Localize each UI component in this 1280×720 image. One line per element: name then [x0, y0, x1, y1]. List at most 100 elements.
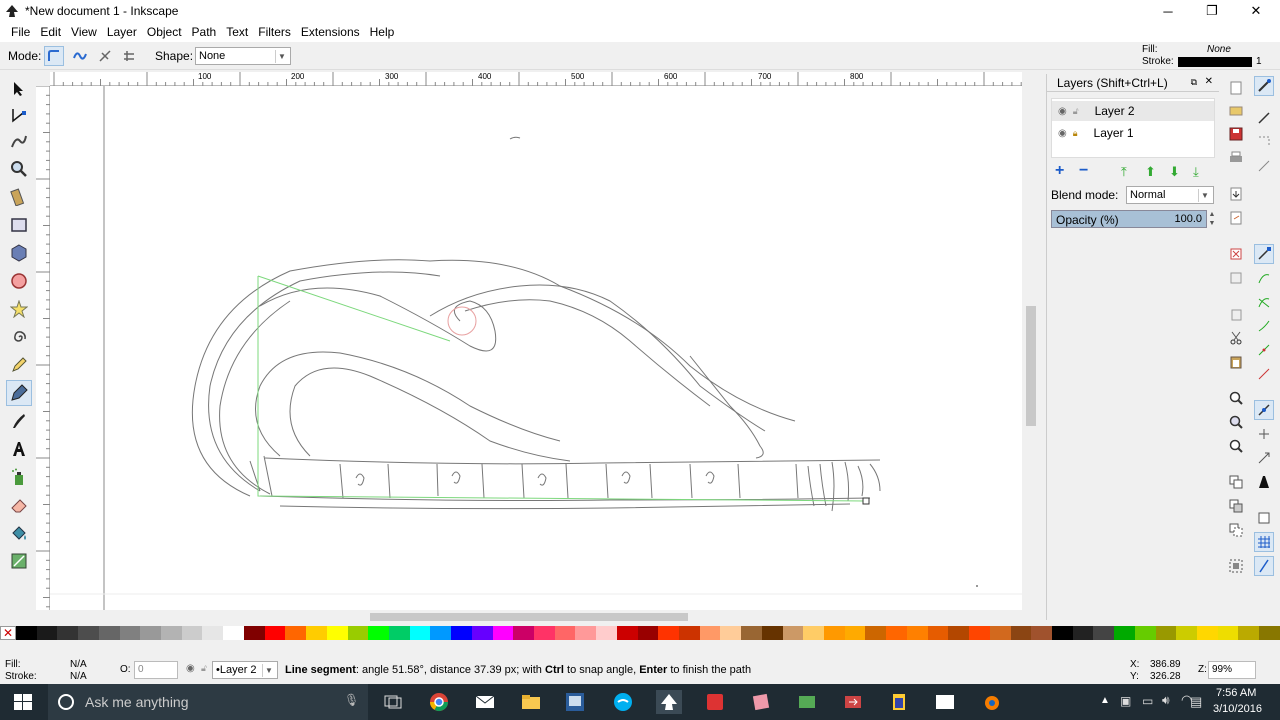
- close-button[interactable]: ✕: [1234, 0, 1278, 22]
- microphone-icon[interactable]: 🎙︎: [344, 693, 359, 707]
- zoom-page-icon[interactable]: [1226, 436, 1246, 456]
- color-swatch[interactable]: [1093, 626, 1115, 640]
- tweak-tool[interactable]: [6, 128, 32, 154]
- color-swatch[interactable]: [326, 626, 348, 640]
- snap-bbox-corner-icon[interactable]: [1254, 156, 1274, 176]
- cortana-search-box[interactable]: Ask me anything 🎙︎: [48, 684, 368, 720]
- show-hidden-icons-icon[interactable]: ▲: [1100, 695, 1110, 706]
- print-icon[interactable]: [1226, 148, 1246, 168]
- color-swatch[interactable]: [637, 626, 659, 640]
- horizontal-scrollbar[interactable]: [50, 610, 1022, 624]
- node-tool[interactable]: [6, 102, 32, 128]
- group-icon[interactable]: [1226, 556, 1246, 576]
- eye-icon[interactable]: ◉: [1058, 106, 1067, 117]
- vertical-scroll-thumb[interactable]: [1026, 306, 1036, 426]
- color-swatch[interactable]: [679, 626, 700, 640]
- opacity-slider[interactable]: Opacity (%) 100.0: [1051, 210, 1207, 228]
- color-swatch[interactable]: [865, 626, 887, 640]
- color-swatch[interactable]: [616, 626, 638, 640]
- open-folder-icon[interactable]: [1226, 100, 1246, 120]
- color-swatch[interactable]: [886, 626, 907, 640]
- color-swatch[interactable]: [368, 626, 389, 640]
- remove-layer-icon[interactable]: −: [1079, 162, 1088, 180]
- ellipse-tool[interactable]: [6, 268, 32, 294]
- raise-to-top-icon[interactable]: ⤒: [1121, 164, 1127, 180]
- blender-icon[interactable]: [978, 690, 1004, 714]
- zoom-tool[interactable]: [6, 156, 32, 182]
- color-swatch[interactable]: [98, 626, 120, 640]
- task-view-icon[interactable]: [380, 690, 406, 714]
- color-swatch[interactable]: [1072, 626, 1094, 640]
- menu-file[interactable]: File: [6, 25, 35, 39]
- panel-close-icon[interactable]: ✕: [1205, 76, 1213, 87]
- color-swatch[interactable]: [803, 626, 825, 640]
- color-swatch[interactable]: [119, 626, 141, 640]
- enable-snapping-icon[interactable]: [1254, 76, 1274, 96]
- copy-icon[interactable]: [1226, 304, 1246, 324]
- tray-app-icon[interactable]: ▣: [1120, 694, 1131, 708]
- color-swatch[interactable]: [720, 626, 742, 640]
- gradient-tool[interactable]: [6, 548, 32, 574]
- volume-icon[interactable]: 🔊︎: [1162, 693, 1170, 708]
- action-center-icon[interactable]: ▤: [1190, 694, 1202, 710]
- snap-text-icon[interactable]: [1254, 472, 1274, 492]
- layer-lock-icon[interactable]: 🔓︎: [201, 663, 207, 674]
- cut-scissors-icon[interactable]: [1226, 328, 1246, 348]
- calligraphy-tool[interactable]: [6, 408, 32, 434]
- color-swatch[interactable]: [78, 626, 99, 640]
- color-swatch[interactable]: [243, 626, 265, 640]
- color-swatch[interactable]: [1031, 626, 1052, 640]
- color-swatch[interactable]: [264, 626, 286, 640]
- color-swatch[interactable]: [1114, 626, 1135, 640]
- menu-layer[interactable]: Layer: [102, 25, 142, 39]
- add-layer-icon[interactable]: +: [1055, 162, 1064, 180]
- color-swatch[interactable]: [927, 626, 949, 640]
- menu-text[interactable]: Text: [221, 25, 253, 39]
- minimize-button[interactable]: ─: [1146, 0, 1190, 22]
- color-swatch[interactable]: [388, 626, 410, 640]
- unlock-icon[interactable]: 🔓︎: [1073, 106, 1079, 117]
- eye-icon[interactable]: ◉: [1058, 128, 1067, 139]
- color-swatch[interactable]: [969, 626, 990, 640]
- mail-icon[interactable]: [472, 690, 498, 714]
- opacity-field[interactable]: 0: [134, 661, 178, 679]
- spray-tool[interactable]: [6, 464, 32, 490]
- new-document-icon[interactable]: [1226, 78, 1246, 98]
- rectangle-tool[interactable]: [6, 212, 32, 238]
- color-swatch[interactable]: [554, 626, 576, 640]
- color-swatch[interactable]: [761, 626, 783, 640]
- snap-bbox-icon[interactable]: [1254, 108, 1274, 128]
- lower-to-bottom-icon[interactable]: ⤓: [1193, 164, 1199, 180]
- pencil-tool[interactable]: [6, 352, 32, 378]
- layer-row[interactable]: ◉ 🔒︎ Layer 1: [1052, 123, 1214, 143]
- horizontal-scroll-thumb[interactable]: [370, 613, 688, 621]
- color-swatch[interactable]: [451, 626, 472, 640]
- current-layer-dropdown[interactable]: •Layer 2 ▼: [212, 661, 278, 679]
- color-swatch[interactable]: [824, 626, 845, 640]
- color-swatch[interactable]: [430, 626, 452, 640]
- color-swatch[interactable]: [1155, 626, 1177, 640]
- unlink-clone-icon[interactable]: [1226, 520, 1246, 540]
- mode-regular-bezier-button[interactable]: [44, 46, 64, 66]
- drawing-canvas[interactable]: [50, 86, 1022, 610]
- color-swatch[interactable]: [161, 626, 182, 640]
- layer-row[interactable]: ◉ 🔓︎ Layer 2: [1052, 101, 1214, 121]
- snap-rotation-center-icon[interactable]: [1254, 424, 1274, 444]
- color-swatch[interactable]: [1051, 626, 1073, 640]
- save-icon[interactable]: [1226, 124, 1246, 144]
- color-swatch[interactable]: [347, 626, 369, 640]
- color-swatch[interactable]: [409, 626, 431, 640]
- horizontal-ruler[interactable]: 100 200 300 400 500 600 700 800: [50, 72, 1022, 86]
- clock-time[interactable]: 7:56 AM: [1216, 687, 1256, 699]
- snap-intersections-icon[interactable]: [1254, 292, 1274, 312]
- color-swatch[interactable]: [513, 626, 534, 640]
- blend-mode-dropdown[interactable]: Normal ▼: [1126, 186, 1214, 204]
- selector-tool[interactable]: [6, 76, 32, 102]
- color-swatch[interactable]: [223, 626, 244, 640]
- raise-layer-icon[interactable]: ⬆: [1145, 164, 1156, 180]
- spiral-tool[interactable]: [6, 324, 32, 350]
- color-swatch[interactable]: [492, 626, 514, 640]
- shape-dropdown[interactable]: None ▼: [195, 47, 291, 65]
- zoom-field[interactable]: 99%: [1208, 661, 1256, 679]
- color-swatch[interactable]: [1134, 626, 1156, 640]
